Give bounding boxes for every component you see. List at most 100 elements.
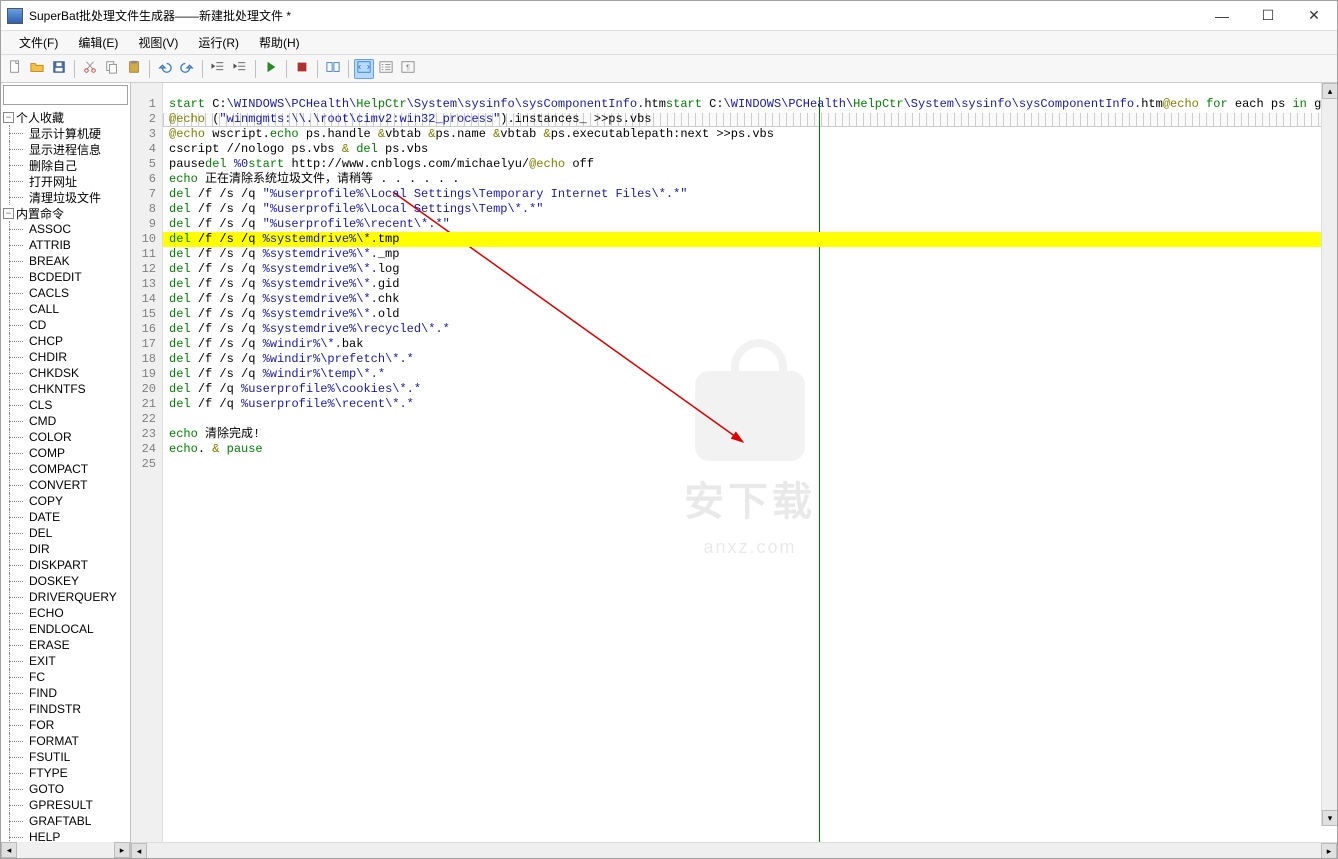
tree-group[interactable]: −内置命令 <box>1 205 130 221</box>
cut-button[interactable] <box>80 59 100 79</box>
tree-item[interactable]: DRIVERQUERY <box>1 589 130 605</box>
tree-item[interactable]: GOTO <box>1 781 130 797</box>
tree-item[interactable]: 显示计算机硬 <box>1 125 130 141</box>
code-line[interactable]: start C:\WINDOWS\PCHealth\HelpCtr\System… <box>169 97 1337 112</box>
tree-item[interactable]: 打开网址 <box>1 173 130 189</box>
wrap-button[interactable] <box>354 59 374 79</box>
tree-item[interactable]: DISKPART <box>1 557 130 573</box>
code-line[interactable]: echo 正在清除系统垃圾文件，请稍等 . . . . . . <box>169 172 1337 187</box>
tree-item[interactable]: CHDIR <box>1 349 130 365</box>
tree-item[interactable]: BREAK <box>1 253 130 269</box>
stop-button[interactable] <box>292 59 312 79</box>
scroll-left-icon[interactable]: ◂ <box>1 842 17 858</box>
sidebar-hscroll[interactable]: ◂ ▸ <box>1 842 130 858</box>
scroll-right-icon[interactable]: ▸ <box>1321 843 1337 858</box>
editor-vscroll[interactable]: ▴ ▾ <box>1321 83 1337 826</box>
tree-item[interactable]: COLOR <box>1 429 130 445</box>
tree-item[interactable]: GPRESULT <box>1 797 130 813</box>
run-button[interactable] <box>261 59 281 79</box>
tree-item[interactable]: CALL <box>1 301 130 317</box>
menu-help[interactable]: 帮助(H) <box>249 31 310 54</box>
whitespace-button[interactable]: ¶ <box>398 59 418 79</box>
code-line[interactable] <box>169 457 1337 472</box>
code-area[interactable]: 安下载 anxz.com start C:\WINDOWS\PCHealth\H… <box>163 83 1337 842</box>
code-line[interactable]: del /f /q %userprofile%\recent\*.* <box>169 397 1337 412</box>
editor-hscroll[interactable]: ◂ ▸ <box>131 842 1337 858</box>
tree-item[interactable]: ERASE <box>1 637 130 653</box>
tree-item[interactable]: ECHO <box>1 605 130 621</box>
undo-button[interactable] <box>155 59 175 79</box>
menu-edit[interactable]: 编辑(E) <box>68 31 128 54</box>
tree-item[interactable]: DIR <box>1 541 130 557</box>
scroll-left-icon[interactable]: ◂ <box>131 843 147 858</box>
code-line[interactable]: del /f /s /q %systemdrive%\*.old <box>169 307 1337 322</box>
copy-button[interactable] <box>102 59 122 79</box>
open-button[interactable] <box>27 59 47 79</box>
tree-item[interactable]: COMP <box>1 445 130 461</box>
tree-item[interactable]: FINDSTR <box>1 701 130 717</box>
tree-item[interactable]: DATE <box>1 509 130 525</box>
indent-button[interactable] <box>230 59 250 79</box>
collapse-icon[interactable]: − <box>3 208 14 219</box>
sidebar-search-input[interactable] <box>3 85 128 105</box>
code-line[interactable]: del /f /s /q %systemdrive%\*.tmp <box>163 232 1337 247</box>
code-line[interactable]: del /f /s /q %systemdrive%\*._mp <box>169 247 1337 262</box>
code-line[interactable]: echo. & pause <box>169 442 1337 457</box>
code-line[interactable]: pausedel %0start http://www.cnblogs.com/… <box>169 157 1337 172</box>
tree-item[interactable]: CHKDSK <box>1 365 130 381</box>
scroll-down-icon[interactable]: ▾ <box>1322 810 1337 826</box>
tree-item[interactable]: DEL <box>1 525 130 541</box>
tree-item[interactable]: COPY <box>1 493 130 509</box>
code-line[interactable] <box>169 412 1337 427</box>
code-line[interactable]: del /f /s /q %systemdrive%\*.chk <box>169 292 1337 307</box>
code-line[interactable]: del /f /s /q "%userprofile%\Local Settin… <box>169 202 1337 217</box>
tree-item[interactable]: ASSOC <box>1 221 130 237</box>
code-editor[interactable]: 1234567891011121314151617181920212223242… <box>131 83 1337 842</box>
code-line[interactable]: del /f /s /q %systemdrive%\*.log <box>169 262 1337 277</box>
code-line[interactable]: cscript //nologo ps.vbs & del ps.vbs <box>169 142 1337 157</box>
code-line[interactable]: @echo wscript.echo ps.handle &vbtab &ps.… <box>169 127 1337 142</box>
tree-item[interactable]: ATTRIB <box>1 237 130 253</box>
tree-item[interactable]: GRAFTABL <box>1 813 130 829</box>
code-line[interactable]: echo 清除完成! <box>169 427 1337 442</box>
collapse-icon[interactable]: − <box>3 112 14 123</box>
tree-item[interactable]: CMD <box>1 413 130 429</box>
code-line[interactable]: del /f /s /q "%userprofile%\recent\*.*" <box>169 217 1337 232</box>
tree-item[interactable]: EXIT <box>1 653 130 669</box>
tree-item[interactable]: DOSKEY <box>1 573 130 589</box>
linenum-button[interactable] <box>376 59 396 79</box>
menu-run[interactable]: 运行(R) <box>188 31 249 54</box>
menu-file[interactable]: 文件(F) <box>9 31 68 54</box>
scroll-right-icon[interactable]: ▸ <box>114 842 130 858</box>
maximize-button[interactable]: ☐ <box>1245 1 1291 31</box>
code-line[interactable]: @echo ("winmgmts:\\.\root\cimv2:win32_pr… <box>169 112 1337 127</box>
code-line[interactable]: del /f /s /q %windir%\prefetch\*.* <box>169 352 1337 367</box>
titlebar[interactable]: SuperBat批处理文件生成器——新建批处理文件 * — ☐ ✕ <box>1 1 1337 31</box>
code-line[interactable]: del /f /q %userprofile%\cookies\*.* <box>169 382 1337 397</box>
tree-item[interactable]: CONVERT <box>1 477 130 493</box>
scroll-up-icon[interactable]: ▴ <box>1322 83 1337 99</box>
code-line[interactable]: del /f /s /q %systemdrive%\*.gid <box>169 277 1337 292</box>
tree-item[interactable]: FIND <box>1 685 130 701</box>
code-line[interactable]: del /f /s /q %windir%\temp\*.* <box>169 367 1337 382</box>
tree-item[interactable]: BCDEDIT <box>1 269 130 285</box>
code-line[interactable]: del /f /s /q %windir%\*.bak <box>169 337 1337 352</box>
tree-item[interactable]: CD <box>1 317 130 333</box>
command-tree[interactable]: −个人收藏显示计算机硬显示进程信息删除自己打开网址清理垃圾文件−内置命令ASSO… <box>1 107 130 842</box>
menu-view[interactable]: 视图(V) <box>128 31 188 54</box>
new-button[interactable] <box>5 59 25 79</box>
tree-item[interactable]: CACLS <box>1 285 130 301</box>
tree-item[interactable]: CHCP <box>1 333 130 349</box>
tree-item[interactable]: FSUTIL <box>1 749 130 765</box>
tree-item[interactable]: FORMAT <box>1 733 130 749</box>
save-button[interactable] <box>49 59 69 79</box>
tree-item[interactable]: COMPACT <box>1 461 130 477</box>
tree-item[interactable]: 清理垃圾文件 <box>1 189 130 205</box>
tree-item[interactable]: CHKNTFS <box>1 381 130 397</box>
tree-item[interactable]: FOR <box>1 717 130 733</box>
tree-item[interactable]: ENDLOCAL <box>1 621 130 637</box>
tree-item[interactable]: FTYPE <box>1 765 130 781</box>
redo-button[interactable] <box>177 59 197 79</box>
tree-item[interactable]: CLS <box>1 397 130 413</box>
close-button[interactable]: ✕ <box>1291 1 1337 31</box>
